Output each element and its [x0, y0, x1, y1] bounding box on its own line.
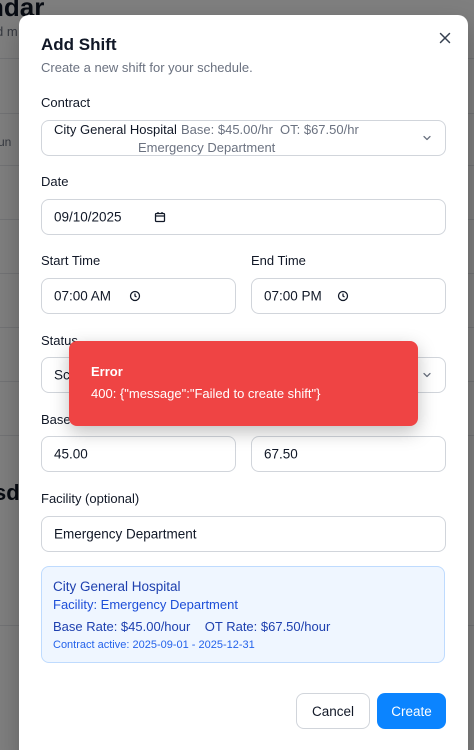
summary-hospital: City General Hospital	[53, 579, 181, 594]
contract-name: City General Hospital	[54, 122, 177, 137]
clock-icon[interactable]	[129, 290, 141, 302]
status-value: Sc	[54, 367, 70, 383]
end-time-label: End Time	[251, 253, 306, 268]
end-time-value: 07:00 PM	[264, 288, 322, 304]
date-value: 09/10/2025	[54, 209, 122, 225]
ot-rate-value: 67.50	[264, 446, 298, 462]
toast-title: Error	[91, 364, 123, 379]
shift-summary: City General Hospital Facility: Emergenc…	[41, 566, 445, 663]
clock-icon[interactable]	[337, 290, 349, 302]
base-rate-input[interactable]: 45.00	[41, 436, 236, 472]
dialog-title: Add Shift	[41, 35, 117, 54]
chevron-down-icon	[423, 372, 431, 378]
contract-label: Contract	[41, 95, 91, 110]
dialog-description: Create a new shift for your schedule.	[41, 60, 253, 75]
cancel-button[interactable]: Cancel	[296, 693, 370, 729]
base-rate-value: 45.00	[54, 446, 88, 462]
chevron-down-icon	[423, 135, 431, 141]
summary-contract-dates: Contract active: 2025-09-01 - 2025-12-31	[53, 639, 255, 651]
facility-label: Facility (optional)	[41, 491, 140, 506]
date-label: Date	[41, 174, 69, 189]
calendar-icon[interactable]	[154, 211, 166, 223]
base-rate-label: Base	[41, 412, 71, 427]
summary-rates: Base Rate: $45.00/hour OT Rate: $67.50/h…	[53, 619, 331, 634]
error-toast[interactable]: Error 400: {"message":"Failed to create …	[69, 341, 418, 426]
start-time-value: 07:00 AM	[54, 288, 112, 304]
contract-rates: Base: $45.00/hr OT: $67.50/hr	[181, 122, 359, 137]
contract-facility: Emergency Department	[138, 140, 276, 155]
summary-facility: Facility: Emergency Department	[53, 597, 238, 612]
close-icon[interactable]	[436, 29, 454, 47]
start-time-label: Start Time	[41, 253, 101, 268]
ot-rate-input[interactable]: 67.50	[251, 436, 446, 472]
start-time-input[interactable]: 07:00 AM	[41, 278, 236, 314]
toast-message: 400: {"message":"Failed to create shift"…	[91, 386, 321, 401]
facility-input[interactable]: Emergency Department	[41, 516, 446, 552]
contract-select[interactable]: City General Hospital Base: $45.00/hr OT…	[41, 120, 446, 156]
end-time-input[interactable]: 07:00 PM	[251, 278, 446, 314]
date-input[interactable]: 09/10/2025	[41, 199, 446, 235]
facility-value: Emergency Department	[54, 526, 197, 542]
create-button[interactable]: Create	[377, 693, 446, 729]
